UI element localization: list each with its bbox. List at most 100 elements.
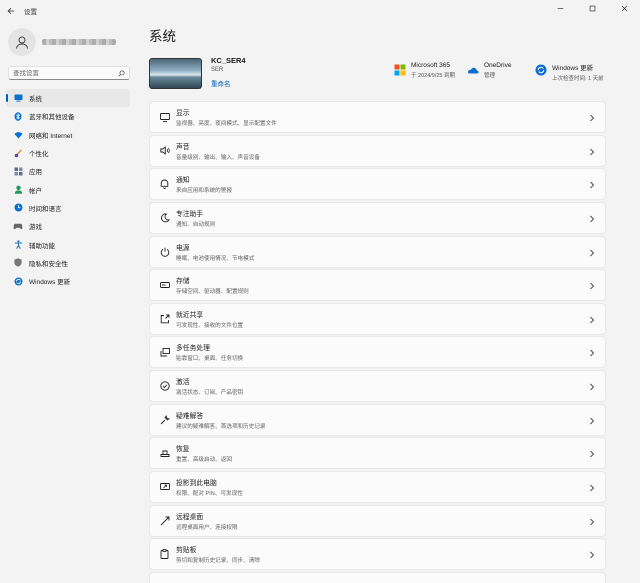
chevron-right-icon [590, 181, 595, 189]
sidebar-item-system[interactable]: 系统 [6, 89, 130, 108]
microsoft365-icon [394, 64, 406, 76]
sidebar-item-network[interactable]: 网络和 Internet [6, 126, 130, 144]
service-windows-update[interactable]: Windows 更新 上次检查时间: 1 天前 [535, 62, 604, 82]
card-troubleshoot[interactable]: 疑难解答建议的疑难解答、首选项和历史记录 [149, 403, 606, 436]
chevron-right-icon [590, 484, 595, 492]
activation-icon [159, 381, 170, 392]
system-icon [13, 93, 23, 103]
sidebar-item-label: 个性化 [29, 151, 49, 159]
card-title: 通知 [176, 177, 190, 185]
card-subtitle: 建议的疑难解答、首选项和历史记录 [176, 423, 266, 430]
card-title: 就近共享 [176, 311, 204, 319]
user-name-redacted [42, 39, 116, 45]
card-title: 电源 [176, 244, 190, 252]
card-title: 显示 [176, 110, 190, 117]
back-button[interactable] [0, 0, 22, 22]
card-sound[interactable]: 声音 音量级别、输出、输入、声音设备 [149, 134, 606, 167]
title-bar: 设置 [0, 0, 640, 22]
sidebar-item-bluetooth[interactable]: 蓝牙和其他设备 [6, 107, 130, 125]
card-subtitle: 可发现性、接收的文件位置 [176, 322, 244, 329]
card-title: 剪贴板 [176, 547, 197, 555]
device-wallpaper-thumbnail [149, 58, 202, 89]
chevron-right-icon [590, 282, 595, 290]
minimize-icon [557, 7, 563, 9]
rename-link[interactable]: 重命名 [211, 78, 231, 88]
chevron-right-icon [590, 552, 595, 559]
accessibility-icon [13, 240, 23, 250]
time-language-icon [13, 203, 23, 213]
card-title: 疑难解答 [176, 412, 204, 420]
sidebar-item-label: 帐户 [29, 187, 42, 195]
chevron-right-icon [590, 114, 595, 122]
card-subtitle: 权限、配对 PIN、可发现性 [176, 491, 243, 498]
card-recovery[interactable]: 恢复重置、高级启动、返回 [149, 437, 606, 470]
card-about[interactable]: 关于 [149, 571, 606, 583]
search-input[interactable] [13, 69, 118, 77]
sidebar-item-accounts[interactable]: 帐户 [6, 180, 130, 198]
card-nearby-sharing[interactable]: 就近共享可发现性、接收的文件位置 [149, 302, 606, 335]
card-subtitle: 存储空间、驱动器、配置规则 [176, 289, 249, 296]
sidebar-item-windows-update[interactable]: Windows 更新 [6, 272, 130, 290]
card-projecting[interactable]: 投影到此电脑权限、配对 PIN、可发现性 [149, 471, 606, 504]
card-title: 投影到此电脑 [176, 480, 217, 488]
troubleshoot-icon [159, 414, 170, 425]
shield-icon [13, 258, 23, 268]
card-power[interactable]: 电源 睡眠、电池使用情况、节电模式 [149, 235, 606, 268]
sidebar-item-label: 网络和 Internet [29, 132, 73, 140]
apps-icon [13, 166, 23, 176]
card-title: 激活 [176, 379, 190, 387]
card-title: 恢复 [176, 446, 190, 454]
wifi-icon [13, 130, 23, 140]
card-clipboard[interactable]: 剪贴板 剪切和复制历史记录、同步、清除 [149, 538, 606, 571]
service-onedrive[interactable]: OneDrive 管理 [467, 62, 511, 79]
device-info: KC_SER4 SER 重命名 [211, 56, 246, 91]
card-notifications[interactable]: 通知 来自应用和系统的警报 [149, 168, 606, 201]
chevron-right-icon [590, 383, 595, 391]
sidebar-item-time-language[interactable]: 时间和语言 [6, 199, 130, 217]
card-focus-assist[interactable]: 专注助手 通知、自动规则 [149, 201, 606, 234]
minimize-button[interactable] [544, 0, 576, 16]
sidebar-item-label: 蓝牙和其他设备 [29, 114, 75, 122]
user-icon [16, 36, 28, 49]
account-icon [13, 185, 23, 195]
window-controls [544, 0, 640, 16]
sidebar-item-label: 辅助功能 [29, 242, 55, 250]
card-remote-desktop[interactable]: 远程桌面 远程桌面用户、连接权限 [149, 504, 606, 537]
multitasking-icon [159, 347, 170, 358]
chevron-right-icon [590, 451, 595, 458]
sidebar-item-personalization[interactable]: 个性化 [6, 144, 130, 162]
device-model: SER [211, 67, 224, 73]
sidebar-item-accessibility[interactable]: 辅助功能 [6, 235, 130, 253]
card-activation[interactable]: 激活 激活状态、订阅、产品密钥 [149, 370, 606, 403]
close-button[interactable] [608, 0, 640, 16]
search-box[interactable] [8, 66, 130, 80]
user-profile[interactable] [8, 28, 116, 56]
onedrive-icon [468, 67, 479, 74]
chevron-right-icon [590, 316, 595, 324]
card-display[interactable]: 显示 监视器、亮度、夜间模式、显示配置文件 [149, 101, 606, 133]
maximize-icon [589, 5, 595, 11]
clipboard-icon [159, 549, 170, 560]
close-icon [621, 5, 627, 11]
sidebar-item-label: 隐私和安全性 [29, 260, 68, 268]
sidebar-item-apps[interactable]: 应用 [6, 162, 130, 180]
sidebar-item-gaming[interactable]: 游戏 [6, 217, 130, 235]
sidebar-item-privacy[interactable]: 隐私和安全性 [6, 254, 130, 272]
sidebar-nav: 系统 蓝牙和其他设备 网络和 Internet 个性化 应用 帐户 时间和语言 [6, 89, 130, 290]
service-microsoft365[interactable]: Microsoft 365 于 2024/9/25 到期 [394, 62, 455, 79]
sidebar-item-label: 时间和语言 [29, 205, 62, 213]
windows-update-icon [535, 64, 547, 76]
search-icon[interactable] [118, 69, 125, 77]
card-subtitle: 远程桌面用户、连接权限 [176, 524, 238, 531]
avatar [8, 28, 36, 56]
card-storage[interactable]: 存储存储空间、驱动器、配置规则 [149, 269, 606, 302]
gaming-icon [13, 221, 23, 231]
card-subtitle: 重置、高级启动、返回 [176, 457, 232, 464]
window-title: 设置 [24, 9, 37, 16]
storage-icon [159, 280, 170, 291]
card-multitasking[interactable]: 多任务处理 贴靠窗口、桌面、任务切换 [149, 336, 606, 369]
device-summary: KC_SER4 SER 重命名 [149, 56, 246, 91]
maximize-button[interactable] [576, 0, 608, 16]
card-title: 存储 [176, 278, 190, 286]
service-title: Windows 更新 [552, 65, 594, 72]
